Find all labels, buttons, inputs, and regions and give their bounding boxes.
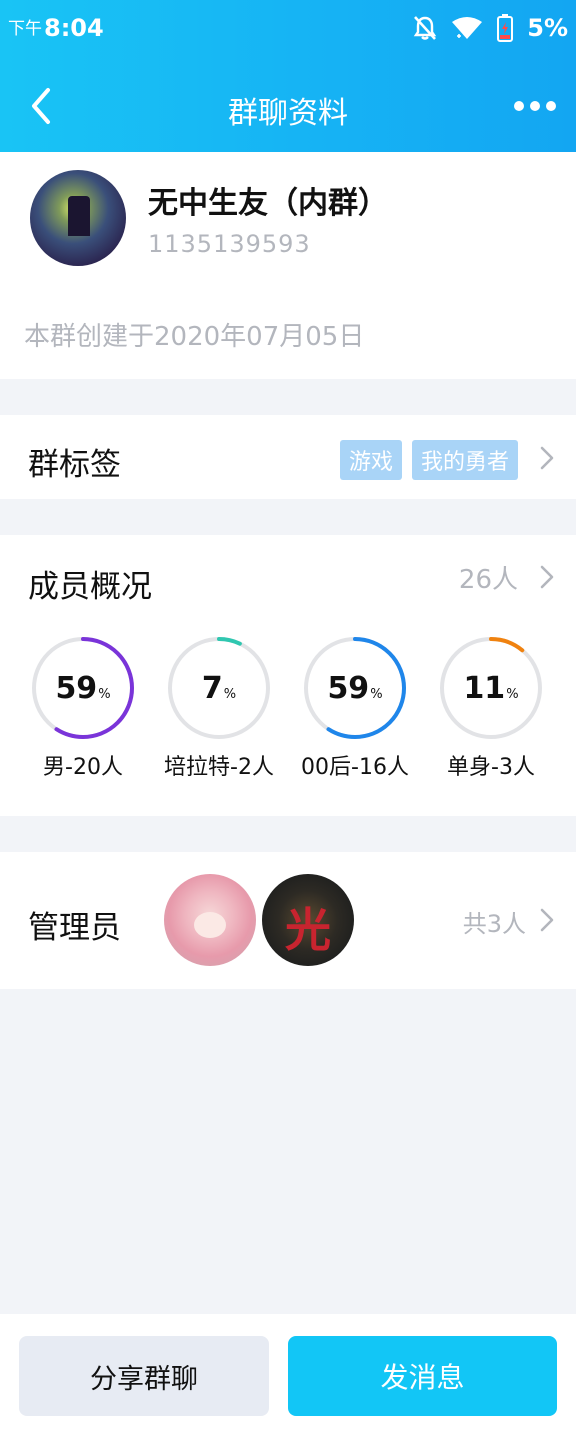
stat-ring: 7%	[166, 635, 272, 741]
tags-list: 游戏 我的勇者	[339, 440, 518, 480]
send-message-button[interactable]: 发消息	[288, 1336, 557, 1416]
admins-label: 管理员	[28, 910, 121, 946]
group-tags-row[interactable]: 群标签 游戏 我的勇者	[0, 415, 576, 499]
stat-number: 59	[327, 671, 370, 706]
more-dots-icon	[514, 101, 524, 111]
stat-value: 59%	[30, 671, 136, 706]
bell-off-icon	[414, 16, 437, 40]
stat-ring: 59%	[30, 635, 136, 741]
stat-value: 7%	[166, 671, 272, 706]
stat-number: 11	[463, 671, 506, 706]
stat-value: 59%	[302, 671, 408, 706]
status-time: 下午8:04	[8, 14, 104, 42]
group-avatar[interactable]	[30, 170, 126, 266]
tags-label: 群标签	[28, 447, 121, 483]
stat-value: 11%	[438, 671, 544, 706]
stat-number: 7	[201, 671, 223, 706]
stat-percent-sign: %	[506, 687, 519, 702]
avatar[interactable]	[164, 874, 256, 966]
tag-chip[interactable]: 我的勇者	[411, 440, 518, 480]
stat-number: 59	[55, 671, 98, 706]
members-overview-card[interactable]: 成员概况 26人 59% 男-20人 7% 培拉特-2人 59% 00后-16人…	[0, 535, 576, 816]
bottom-action-bar: 分享群聊 发消息	[0, 1314, 576, 1440]
share-group-button[interactable]: 分享群聊	[19, 1336, 269, 1416]
page-title: 群聊资料	[228, 96, 348, 131]
status-icons: 5%	[413, 14, 568, 42]
status-bar: 下午8:04 5%	[0, 0, 576, 60]
wifi-icon	[452, 17, 483, 39]
admin-avatars	[164, 874, 354, 966]
group-info-card: 无中生友（内群） 1135139593 本群创建于2020年07月05日	[0, 152, 576, 379]
chevron-right-icon	[540, 908, 554, 932]
stat-percent-sign: %	[223, 687, 237, 702]
stat-gender: 59% 男-20人	[15, 635, 151, 781]
group-id: 1135139593	[148, 230, 311, 258]
stat-single: 11% 单身-3人	[423, 635, 559, 781]
stat-age: 59% 00后-16人	[287, 635, 423, 781]
stat-label: 00后-16人	[301, 755, 409, 780]
stat-label: 单身-3人	[447, 755, 535, 780]
status-ampm: 下午	[8, 19, 42, 39]
stat-percent-sign: %	[370, 687, 383, 702]
stat-region: 7% 培拉特-2人	[151, 635, 287, 781]
admin-count: 共3人	[462, 910, 526, 938]
members-label: 成员概况	[28, 569, 152, 605]
chevron-right-icon	[540, 446, 554, 470]
stat-label: 男-20人	[43, 755, 123, 780]
nav-bar: 群聊资料	[0, 60, 576, 152]
chevron-right-icon	[540, 565, 554, 589]
stat-percent-sign: %	[98, 687, 111, 702]
stat-ring: 59%	[302, 635, 408, 741]
group-created-date: 本群创建于2020年07月05日	[24, 322, 365, 352]
battery-low-icon	[497, 14, 514, 42]
tag-chip[interactable]: 游戏	[339, 440, 402, 480]
stat-ring: 11%	[438, 635, 544, 741]
member-stats: 59% 男-20人 7% 培拉特-2人 59% 00后-16人 11% 单身-3…	[0, 635, 576, 785]
battery-text: 5%	[527, 14, 568, 42]
admins-row[interactable]: 管理员 共3人	[0, 852, 576, 989]
more-button[interactable]	[514, 94, 558, 118]
avatar[interactable]	[262, 874, 354, 966]
status-clock: 8:04	[44, 14, 104, 42]
member-count: 26人	[458, 565, 518, 595]
group-name: 无中生友（内群）	[148, 186, 388, 221]
more-dot	[546, 101, 556, 111]
more-dot	[530, 101, 540, 111]
header: 下午8:04 5% 群聊资料	[0, 0, 576, 152]
stat-label: 培拉特-2人	[164, 755, 274, 780]
